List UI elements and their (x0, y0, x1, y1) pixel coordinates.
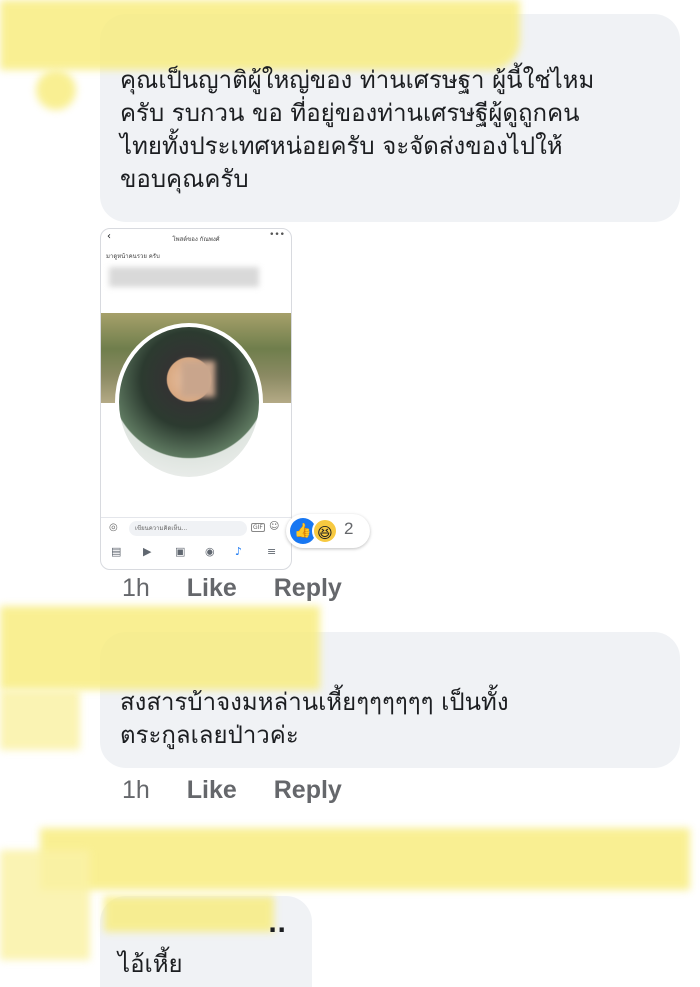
redacted-name-1 (0, 0, 520, 70)
shared-post-header: ‹ โพสต์ของ กัณพงศ์ ••• (101, 229, 291, 247)
like-button-1[interactable]: Like (187, 574, 237, 602)
reaction-summary[interactable]: 👍 😆 2 (286, 514, 370, 548)
camera-icon: ◎ (109, 522, 118, 533)
shared-post-navbar: ▤ ▶ ▣ ◉ ♪ ≡ (101, 543, 291, 565)
comment-text-2: สงสารบ้าจงมหล่านเหี้ยๆๆๆๆๆๆ เป็นทั้ง ตระ… (120, 688, 509, 749)
menu-icon: ≡ (267, 545, 277, 558)
comment-text-1: คุณเป็นญาติผู้ใหญ่ของ ท่านเศรษฐา ผู้นี้ใ… (120, 66, 595, 193)
profile-icon: ◉ (205, 545, 215, 558)
shared-post-image[interactable]: ‹ โพสต์ของ กัณพงศ์ ••• มาดูหน้าคนรวย ครั… (100, 228, 292, 570)
pixelated-face (181, 361, 215, 397)
comment-name-suffix-3: .. (268, 910, 287, 938)
shared-post-caption: มาดูหน้าคนรวย ครับ (106, 253, 160, 260)
redacted-avatar-mark-1 (36, 70, 76, 110)
emoji-icon: ☺ (269, 521, 280, 532)
like-button-2[interactable]: Like (187, 776, 237, 804)
shared-post-comment-bar: ◎ เขียนความคิดเห็น... GIF ☺ (101, 517, 291, 540)
comment-text-3: ไอ้เหี้ย (118, 950, 183, 978)
reply-button-1[interactable]: Reply (274, 574, 342, 602)
redacted-post-name (109, 267, 259, 287)
redacted-avatar-3 (0, 850, 90, 960)
more-icon: ••• (269, 230, 285, 240)
feed-icon: ▤ (111, 545, 122, 558)
bell-icon: ♪ (235, 545, 243, 558)
reaction-count: 2 (344, 519, 354, 538)
comment-actions-1: 1h Like Reply (122, 574, 372, 603)
redacted-name-3 (104, 896, 274, 932)
shared-post-title: โพสต์ของ กัณพงศ์ (172, 236, 220, 243)
video-icon: ▶ (143, 545, 152, 558)
redacted-name-2 (0, 606, 320, 690)
store-icon: ▣ (175, 545, 186, 558)
haha-icon: 😆 (312, 518, 338, 544)
redacted-avatar-2 (0, 690, 80, 750)
comment-actions-2: 1h Like Reply (122, 776, 372, 805)
comment-time-2[interactable]: 1h (122, 776, 150, 804)
profile-photo (115, 323, 263, 481)
comment-time-1[interactable]: 1h (122, 574, 150, 602)
shared-post-comment-input: เขียนความคิดเห็น... (129, 521, 247, 536)
redacted-row-3 (40, 828, 690, 890)
reply-button-2[interactable]: Reply (274, 776, 342, 804)
gif-icon: GIF (251, 523, 265, 532)
